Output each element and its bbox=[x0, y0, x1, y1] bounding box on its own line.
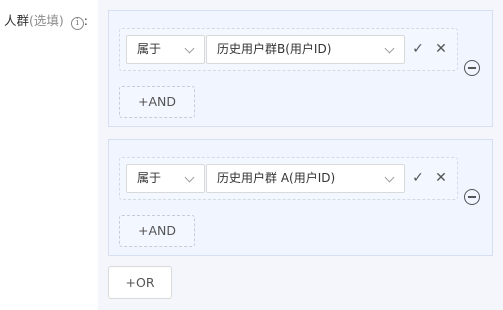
chevron-down-icon bbox=[184, 43, 195, 54]
condition-group: 属于 历史用户群 A(用户ID) ✓ ✕ +AND bbox=[108, 139, 493, 256]
chevron-down-icon bbox=[384, 172, 395, 183]
label-colon: : bbox=[83, 13, 88, 28]
operator-select-value: 属于 bbox=[137, 171, 162, 185]
chevron-down-icon bbox=[384, 43, 395, 54]
field-label: 人群(选填) i: bbox=[4, 12, 88, 30]
confirm-check-icon[interactable]: ✓ bbox=[409, 39, 427, 59]
info-icon[interactable]: i bbox=[70, 17, 84, 30]
audience-select[interactable]: 历史用户群B(用户ID) bbox=[206, 35, 405, 64]
operator-select[interactable]: 属于 bbox=[126, 35, 205, 64]
add-and-button[interactable]: +AND bbox=[119, 86, 195, 118]
operator-select-value: 属于 bbox=[137, 42, 162, 56]
condition-row: 属于 历史用户群 A(用户ID) ✓ ✕ bbox=[119, 157, 458, 200]
confirm-check-icon[interactable]: ✓ bbox=[409, 168, 427, 188]
minus-bar bbox=[468, 67, 476, 69]
optional-hint: (选填) bbox=[29, 13, 64, 28]
audience-select[interactable]: 历史用户群 A(用户ID) bbox=[206, 164, 405, 193]
field-label-text: 人群 bbox=[4, 13, 30, 28]
chevron-down-icon bbox=[184, 172, 195, 183]
minus-bar bbox=[468, 196, 476, 198]
close-icon[interactable]: ✕ bbox=[432, 168, 450, 188]
operator-select[interactable]: 属于 bbox=[126, 164, 205, 193]
condition-group: 属于 历史用户群B(用户ID) ✓ ✕ +AND bbox=[108, 10, 493, 127]
add-and-button[interactable]: +AND bbox=[119, 215, 195, 247]
close-icon[interactable]: ✕ bbox=[432, 39, 450, 59]
remove-group-icon[interactable] bbox=[464, 60, 480, 76]
condition-row: 属于 历史用户群B(用户ID) ✓ ✕ bbox=[119, 28, 458, 71]
remove-group-icon[interactable] bbox=[464, 189, 480, 205]
add-or-button[interactable]: +OR bbox=[108, 266, 172, 299]
audience-select-value: 历史用户群B(用户ID) bbox=[217, 42, 332, 56]
audience-select-value: 历史用户群 A(用户ID) bbox=[217, 171, 336, 185]
